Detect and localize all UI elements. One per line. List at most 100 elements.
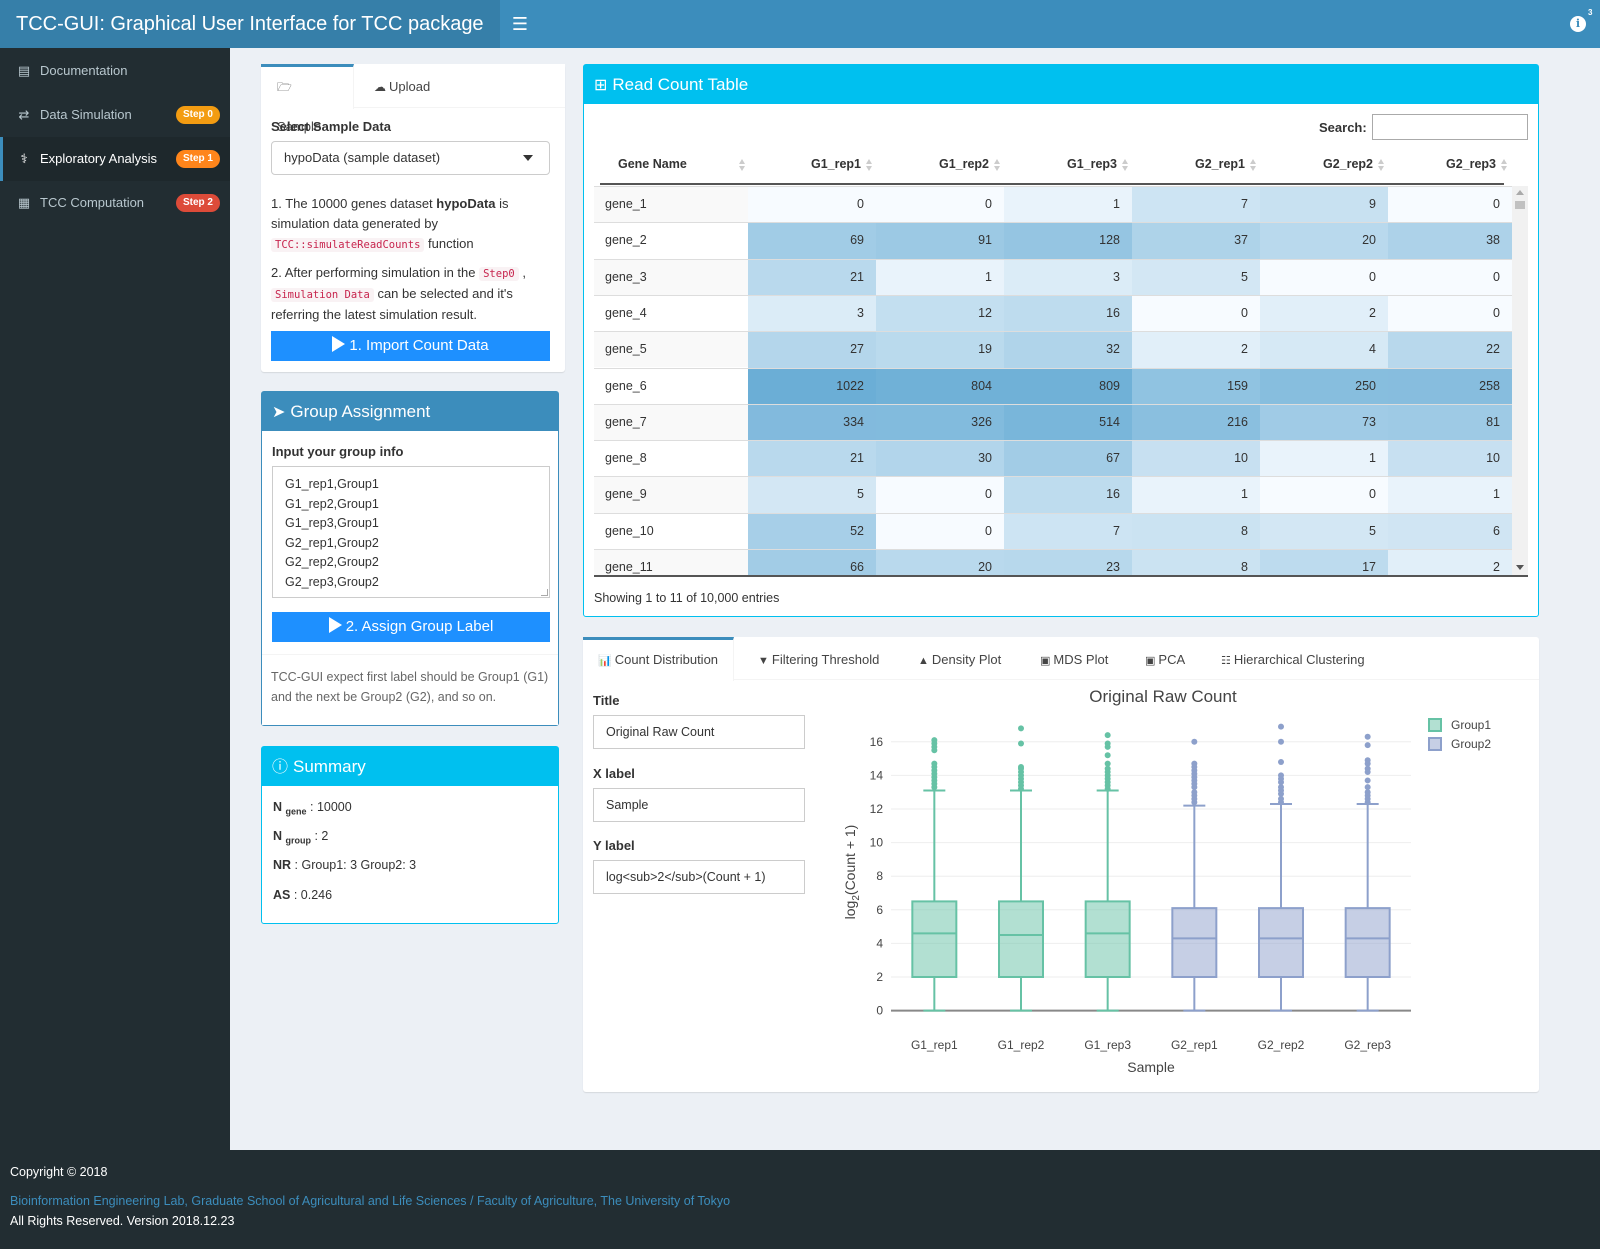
y-tick-label: 8 (876, 869, 883, 883)
table-row[interactable]: gene_73343265142167381 (594, 404, 1512, 440)
sort-icon[interactable] (994, 159, 1001, 172)
count-cell: 22 (1388, 332, 1512, 368)
sort-icon[interactable] (1501, 159, 1508, 172)
summary-sub: group (286, 836, 312, 846)
sidebar-item-exploratory-analysis[interactable]: ⚕ Exploratory Analysis Step 1 (0, 137, 230, 181)
count-cell: 21 (748, 260, 876, 296)
group-assignment-box: ➤Group Assignment Input your group info … (261, 391, 559, 726)
box (999, 901, 1043, 977)
table-row[interactable]: gene_821306710110 (594, 440, 1512, 476)
title-input[interactable]: Original Raw Count (593, 715, 805, 749)
group-info-textarea[interactable]: G1_rep1,Group1G1_rep2,Group1G1_rep3,Grou… (272, 466, 550, 598)
app-title[interactable]: TCC-GUI: Graphical User Interface for TC… (0, 0, 500, 48)
column-header-label: G1_rep3 (1067, 149, 1117, 179)
table-row[interactable]: gene_95016101 (594, 476, 1512, 512)
table-row[interactable]: gene_431216020 (594, 295, 1512, 331)
y-tick-label: 10 (870, 836, 884, 850)
gene-name-cell: gene_7 (594, 405, 748, 441)
sort-icon[interactable] (866, 159, 873, 172)
resize-handle[interactable] (541, 589, 548, 596)
count-cell: 21 (748, 441, 876, 477)
read-count-table-box: ⊞Read Count Table Search: Gene NameG1_re… (583, 64, 1539, 617)
plot-tabs: 📊Count Distribution ▼Filtering Threshold… (583, 637, 1539, 680)
sidebar-item-data-simulation[interactable]: ⇄ Data Simulation Step 0 (0, 93, 230, 137)
count-cell: 20 (1260, 223, 1388, 259)
column-header[interactable]: G2_rep2 (1267, 149, 1395, 183)
column-header[interactable]: G2_rep3 (1395, 149, 1518, 183)
group-assignment-header: ➤Group Assignment (262, 392, 558, 431)
tab-density-plot[interactable]: ▲Density Plot (918, 637, 1001, 680)
tab-hierarchical-clustering[interactable]: ☷Hierarchical Clustering (1221, 637, 1365, 680)
gene-name-cell: gene_4 (594, 296, 748, 332)
table-row[interactable]: gene_116620238172 (594, 549, 1512, 576)
table-scrollbar[interactable] (1512, 186, 1528, 575)
column-header[interactable]: G2_rep1 (1139, 149, 1267, 183)
table-row[interactable]: gene_105207856 (594, 513, 1512, 549)
plot-panel: 📊Count Distribution ▼Filtering Threshold… (583, 637, 1539, 1092)
column-header[interactable]: G1_rep1 (754, 149, 883, 183)
object-group-icon: ▣ (1145, 655, 1155, 667)
note-text: , (519, 265, 526, 280)
outlier-point (1365, 742, 1371, 748)
column-header-label: G2_rep1 (1195, 149, 1245, 179)
table-row[interactable]: gene_61022804809159250258 (594, 368, 1512, 404)
sort-icon[interactable] (739, 159, 746, 172)
xlabel-input[interactable]: Sample (593, 788, 805, 822)
note-text: 2. After performing simulation in the (271, 265, 479, 280)
tab-sample[interactable]: 🗁Sample (261, 64, 354, 109)
lab-link[interactable]: Bioinformation Engineering Lab, Graduate… (10, 1194, 730, 1208)
table-row[interactable]: gene_26991128372038 (594, 222, 1512, 258)
assign-group-label-button[interactable]: 2. Assign Group Label (272, 612, 550, 642)
sidebar-item-documentation[interactable]: ▤ Documentation (0, 49, 230, 93)
boxplot-chart[interactable]: Original Raw Count0246810121416G1_rep1G1… (823, 680, 1539, 1090)
search-input[interactable] (1372, 114, 1528, 140)
group-lines: G1_rep1,Group1G1_rep2,Group1G1_rep3,Grou… (285, 475, 537, 593)
column-header[interactable]: Gene Name (600, 149, 754, 183)
tab-count-distribution[interactable]: 📊Count Distribution (583, 637, 734, 681)
scroll-thumb[interactable] (1515, 201, 1525, 209)
table-row[interactable]: gene_32113500 (594, 259, 1512, 295)
summary-nr: NR : Group1: 3 Group2: 3 (273, 858, 416, 872)
column-header[interactable]: G1_rep3 (1011, 149, 1139, 183)
table-row[interactable]: gene_52719322422 (594, 331, 1512, 367)
tab-filtering-threshold[interactable]: ▼Filtering Threshold (758, 637, 879, 680)
count-cell: 7 (1132, 187, 1260, 223)
import-count-data-button[interactable]: 1. Import Count Data (271, 331, 550, 361)
outlier-point (1018, 740, 1024, 746)
sort-icon[interactable] (1122, 159, 1129, 172)
data-input-tabs: 🗁Sample ☁Upload (261, 64, 565, 108)
info-icon[interactable]: i (1570, 16, 1586, 32)
button-label: 2. Assign Group Label (346, 618, 494, 635)
ylabel-input[interactable]: log<sub>2</sub>(Count + 1) (593, 860, 805, 894)
table-row[interactable]: gene_1001790 (594, 186, 1512, 222)
select-value: hypoData (sample dataset) (284, 150, 440, 165)
tab-mds-plot[interactable]: ▣MDS Plot (1040, 637, 1108, 680)
search-label: Search: (1319, 120, 1367, 135)
book-icon: ▤ (16, 49, 32, 93)
count-cell: 20 (876, 550, 1004, 576)
sidebar-item-label: Documentation (40, 63, 127, 78)
flask-icon: ⚕ (16, 137, 32, 181)
count-cell: 91 (876, 223, 1004, 259)
outlier-point (1278, 772, 1284, 778)
count-cell: 17 (1260, 550, 1388, 576)
sidebar-item-tcc-computation[interactable]: ▦ TCC Computation Step 2 (0, 181, 230, 225)
count-cell: 804 (876, 369, 1004, 405)
sidebar-toggle-icon[interactable]: ☰ (508, 12, 532, 36)
sort-icon[interactable] (1250, 159, 1257, 172)
column-header[interactable]: G1_rep2 (883, 149, 1011, 183)
count-cell: 159 (1132, 369, 1260, 405)
count-cell: 4 (1260, 332, 1388, 368)
scroll-up-icon[interactable] (1516, 190, 1524, 195)
legend-swatch (1429, 738, 1441, 750)
sample-data-select[interactable]: hypoData (sample dataset) (271, 141, 550, 175)
group-line: G1_rep1,Group1 (285, 475, 537, 495)
sort-icon[interactable] (1378, 159, 1385, 172)
tab-pca[interactable]: ▣PCA (1145, 637, 1185, 680)
tab-upload[interactable]: ☁Upload (358, 64, 446, 108)
box-title: Read Count Table (612, 75, 748, 94)
note-2: 2. After performing simulation in the St… (271, 263, 556, 325)
scroll-down-icon[interactable] (1516, 565, 1524, 570)
outlier-point (1365, 734, 1371, 740)
count-cell: 334 (748, 405, 876, 441)
